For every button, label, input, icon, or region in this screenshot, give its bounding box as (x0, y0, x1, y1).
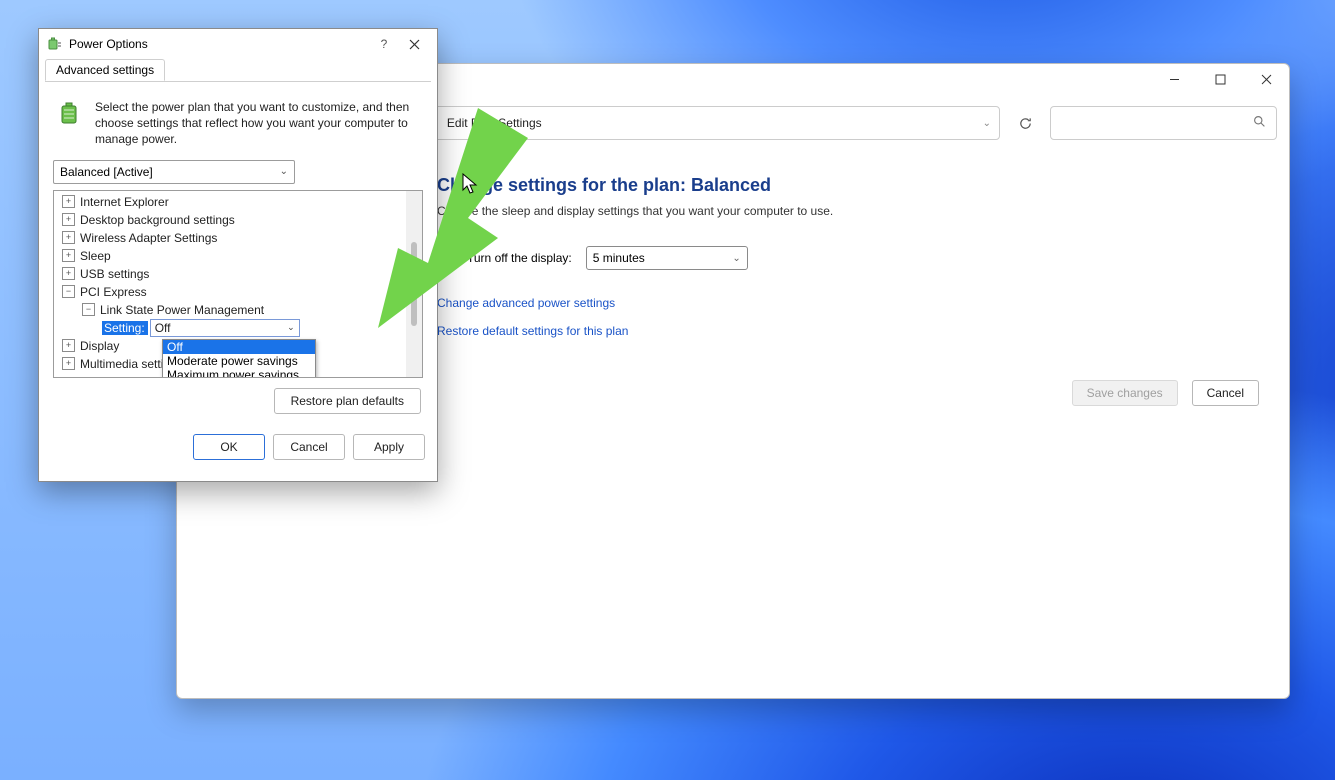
display-timeout-label: Turn off the display: (467, 251, 572, 265)
apply-button[interactable]: Apply (353, 434, 425, 460)
dialog-description: Select the power plan that you want to c… (95, 99, 419, 148)
dropdown-option-off[interactable]: Off (163, 340, 315, 354)
tree-scrollbar[interactable] (406, 191, 422, 377)
tree-item-pci-express[interactable]: −PCI Express (54, 283, 422, 301)
help-button[interactable]: ? (369, 33, 399, 55)
chevron-down-icon: ⌄ (732, 253, 740, 264)
link-restore-defaults[interactable]: Restore default settings for this plan (437, 324, 1249, 338)
chevron-down-icon[interactable]: ⌄ (983, 118, 991, 129)
dropdown-option-moderate[interactable]: Moderate power savings (163, 354, 315, 368)
expand-icon[interactable]: + (62, 267, 75, 280)
tree-item-link-state[interactable]: −Link State Power Management (54, 301, 422, 319)
monitor-icon (437, 251, 453, 265)
link-change-advanced[interactable]: Change advanced power settings (437, 296, 1249, 310)
setting-label: Setting: (102, 321, 148, 335)
dialog-titlebar: Power Options ? (39, 29, 437, 59)
expand-icon[interactable]: + (62, 339, 75, 352)
display-timeout-row: Turn off the display: 5 minutes ⌄ (437, 246, 1249, 270)
dialog-tabs: Advanced settings (39, 59, 437, 83)
setting-dropdown[interactable]: Off Moderate power savings Maximum power… (162, 339, 316, 378)
settings-tree: +Internet Explorer +Desktop background s… (53, 190, 423, 378)
dropdown-option-maximum[interactable]: Maximum power savings (163, 368, 315, 378)
cancel-button[interactable]: Cancel (273, 434, 345, 460)
page-subtitle: Choose the sleep and display settings th… (437, 204, 1249, 218)
search-input[interactable] (1050, 106, 1277, 140)
battery-plug-icon (47, 36, 63, 52)
expand-icon[interactable]: + (62, 213, 75, 226)
power-plan-value: Balanced [Active] (60, 165, 153, 179)
chevron-down-icon: ⌄ (280, 166, 288, 177)
control-panel-buttons: Save changes Cancel (1072, 380, 1259, 406)
minimize-button[interactable] (1151, 64, 1197, 94)
search-icon (1253, 115, 1266, 131)
cancel-button[interactable]: Cancel (1192, 380, 1259, 406)
expand-icon[interactable]: + (62, 249, 75, 262)
refresh-button[interactable] (1008, 107, 1042, 139)
power-options-dialog: Power Options ? Advanced settings Select… (38, 28, 438, 482)
page-title: Change settings for the plan: Balanced (437, 175, 1249, 196)
battery-icon (57, 99, 85, 127)
expand-icon[interactable]: + (62, 195, 75, 208)
setting-value: Off (155, 321, 171, 335)
tab-advanced-settings[interactable]: Advanced settings (45, 59, 165, 81)
dialog-content: Select the power plan that you want to c… (39, 83, 437, 424)
restore-defaults-row: Restore plan defaults (55, 388, 421, 414)
tree-item-desktop-background[interactable]: +Desktop background settings (54, 211, 422, 229)
expand-icon[interactable]: + (62, 357, 75, 370)
dialog-title: Power Options (69, 37, 369, 51)
display-timeout-select[interactable]: 5 minutes ⌄ (586, 246, 748, 270)
cursor-icon (462, 173, 478, 195)
display-timeout-value: 5 minutes (593, 251, 645, 265)
save-changes-button[interactable]: Save changes (1072, 380, 1178, 406)
ok-button[interactable]: OK (193, 434, 265, 460)
tree-item-setting[interactable]: Setting: Off ⌄ (54, 319, 422, 337)
expand-icon[interactable]: + (62, 231, 75, 244)
tree-item-wireless-adapter[interactable]: +Wireless Adapter Settings (54, 229, 422, 247)
collapse-icon[interactable]: − (82, 303, 95, 316)
collapse-icon[interactable]: − (62, 285, 75, 298)
close-button[interactable] (1243, 64, 1289, 94)
tree-item-usb[interactable]: +USB settings (54, 265, 422, 283)
breadcrumb-item-edit-plan[interactable]: Edit Plan Settings (447, 116, 542, 130)
maximize-button[interactable] (1197, 64, 1243, 94)
close-button[interactable] (399, 33, 429, 55)
dialog-footer: OK Cancel Apply (39, 424, 437, 470)
chevron-down-icon: ⌄ (287, 322, 295, 333)
scrollbar-thumb[interactable] (411, 242, 417, 326)
power-plan-select[interactable]: Balanced [Active] ⌄ (53, 160, 295, 184)
tree-item-sleep[interactable]: +Sleep (54, 247, 422, 265)
restore-plan-defaults-button[interactable]: Restore plan defaults (274, 388, 421, 414)
tree-item-internet-explorer[interactable]: +Internet Explorer (54, 193, 422, 211)
setting-value-select[interactable]: Off ⌄ (150, 319, 300, 337)
tab-underline (45, 81, 431, 83)
